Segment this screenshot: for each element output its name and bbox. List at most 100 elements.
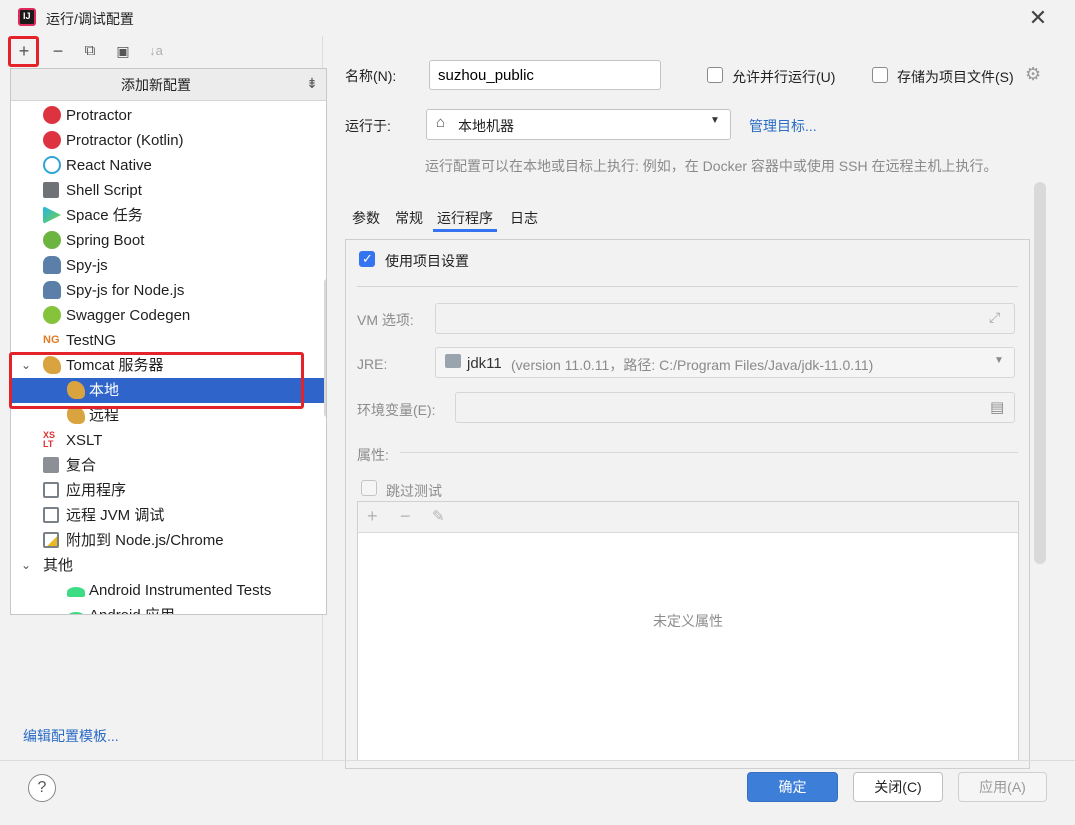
popup-item-space-task[interactable]: Space 任务	[11, 203, 326, 228]
popup-item-compound[interactable]: 复合	[11, 453, 326, 478]
protractor-icon	[43, 131, 61, 149]
popup-item-android-tests[interactable]: Android Instrumented Tests	[11, 578, 326, 603]
skip-tests-checkbox[interactable]	[361, 480, 377, 496]
jre-select[interactable]: jdk11 (version 11.0.11，路径: C:/Program Fi…	[435, 347, 1015, 378]
use-project-settings-checkbox[interactable]	[359, 251, 375, 267]
xslt-icon: XS LT	[43, 430, 56, 449]
vm-options-label: VM 选项:	[357, 312, 414, 328]
run-on-hint: 运行配置可以在本地或目标上执行: 例如，在 Docker 容器中或使用 SSH …	[425, 158, 998, 174]
edit-icon[interactable]: ✎	[432, 507, 445, 525]
properties-toolbar	[358, 502, 1018, 533]
allow-parallel-label: 允许并行运行(U)	[732, 69, 836, 85]
shell-icon	[43, 182, 59, 198]
compound-icon	[43, 457, 59, 473]
env-vars-label: 环境变量(E):	[357, 402, 436, 418]
jre-detail: (version 11.0.11，路径: C:/Program Files/Ja…	[511, 357, 874, 373]
remove-config-button[interactable]: −	[47, 40, 69, 62]
tab-logs[interactable]: 日志	[510, 204, 538, 232]
space-icon	[43, 206, 61, 224]
popup-scrollbar[interactable]	[324, 279, 326, 417]
divider	[357, 286, 1018, 287]
env-vars-input[interactable]: ▤	[455, 392, 1015, 423]
android-icon	[67, 587, 85, 597]
home-icon: ⌂	[436, 114, 446, 131]
tab-runner[interactable]: 运行程序	[433, 204, 497, 232]
jre-name: jdk11	[467, 355, 502, 372]
folder-icon[interactable]: ▣	[112, 40, 134, 62]
run-on-label: 运行于:	[345, 118, 391, 134]
chevron-down-icon: ▼	[994, 355, 1004, 366]
close-icon[interactable]: ✕	[1026, 6, 1050, 30]
properties-table: + − ✎ 未定义属性	[357, 501, 1019, 761]
add-config-button[interactable]: +	[13, 40, 35, 62]
title-bar	[0, 0, 1075, 36]
add-new-config-popup: 添加新配置 ⇟ Protractor Protractor (Kotlin) R…	[10, 68, 327, 615]
popup-item-shell-script[interactable]: Shell Script	[11, 178, 326, 203]
popup-item-testng[interactable]: NG TestNG	[11, 328, 326, 353]
attach-node-icon	[43, 532, 59, 548]
ok-button[interactable]: 确定	[747, 772, 838, 802]
list-icon[interactable]: ▤	[990, 398, 1004, 416]
add-property-icon[interactable]: +	[367, 506, 378, 527]
react-icon	[43, 156, 61, 174]
expand-icon[interactable]: ⤢	[989, 309, 1000, 326]
tomcat-highlight	[9, 352, 304, 409]
form-scrollbar[interactable]	[1034, 182, 1046, 564]
name-input[interactable]	[429, 60, 661, 90]
tab-parameters[interactable]: 参数	[352, 204, 380, 232]
protractor-icon	[43, 106, 61, 124]
chevron-down-icon[interactable]: ⌄	[21, 553, 31, 578]
popup-item-xslt[interactable]: XS LT XSLT	[11, 428, 326, 453]
help-button[interactable]: ?	[28, 774, 56, 802]
run-on-value: 本地机器	[458, 118, 514, 134]
swagger-icon	[43, 306, 61, 324]
spy-icon	[43, 256, 61, 274]
name-label: 名称(N):	[345, 68, 397, 84]
popup-item-protractor[interactable]: Protractor	[11, 103, 326, 128]
copy-config-icon[interactable]: ⧉	[79, 40, 101, 62]
spring-icon	[43, 231, 61, 249]
testng-icon: NG	[43, 334, 60, 346]
popup-item-spy-js-node[interactable]: Spy-js for Node.js	[11, 278, 326, 303]
divider	[400, 452, 1018, 453]
manage-targets-link[interactable]: 管理目标...	[749, 116, 817, 136]
popup-item-spring-boot[interactable]: Spring Boot	[11, 228, 326, 253]
use-project-settings-label: 使用项目设置	[385, 253, 469, 269]
window-title: 运行/调试配置	[46, 11, 134, 27]
store-as-file-label: 存储为项目文件(S)	[897, 69, 1014, 85]
android-icon	[67, 612, 85, 614]
popup-group-other[interactable]: ⌄ 其他	[11, 553, 326, 578]
collapse-icon[interactable]: ⇟	[304, 75, 320, 93]
popup-item-spy-js[interactable]: Spy-js	[11, 253, 326, 278]
properties-label: 属性:	[357, 447, 389, 463]
allow-parallel-checkbox[interactable]	[707, 67, 723, 83]
footer-divider	[0, 760, 1075, 761]
remove-property-icon[interactable]: −	[400, 506, 411, 527]
popup-item-protractor-kotlin[interactable]: Protractor (Kotlin)	[11, 128, 326, 153]
popup-item-attach-node[interactable]: 附加到 Node.js/Chrome	[11, 528, 326, 553]
popup-item-android-app[interactable]: Android 应用	[11, 603, 326, 614]
jre-label: JRE:	[357, 356, 388, 372]
application-icon	[43, 482, 59, 498]
popup-item-react-native[interactable]: React Native	[11, 153, 326, 178]
folder-icon	[445, 354, 461, 368]
spy-icon	[43, 281, 61, 299]
skip-tests-label: 跳过测试	[386, 483, 442, 499]
run-on-select[interactable]: ⌂ 本地机器 ▼	[426, 109, 731, 140]
remote-jvm-icon	[43, 507, 59, 523]
popup-item-application[interactable]: 应用程序	[11, 478, 326, 503]
popup-item-swagger-codegen[interactable]: Swagger Codegen	[11, 303, 326, 328]
intellij-app-icon	[18, 8, 36, 26]
store-as-file-checkbox[interactable]	[872, 67, 888, 83]
tab-general[interactable]: 常规	[395, 204, 423, 232]
chevron-down-icon: ▼	[710, 115, 720, 126]
edit-templates-link[interactable]: 编辑配置模板...	[23, 726, 119, 746]
popup-title: 添加新配置	[121, 77, 191, 93]
close-button[interactable]: 关闭(C)	[853, 772, 943, 802]
popup-item-remote-jvm[interactable]: 远程 JVM 调试	[11, 503, 326, 528]
gear-icon[interactable]: ⚙	[1025, 64, 1041, 85]
empty-properties-text: 未定义属性	[653, 613, 723, 629]
apply-button[interactable]: 应用(A)	[958, 772, 1047, 802]
vm-options-input[interactable]: ⤢	[435, 303, 1015, 334]
sort-icon[interactable]: ↓a	[145, 40, 167, 62]
